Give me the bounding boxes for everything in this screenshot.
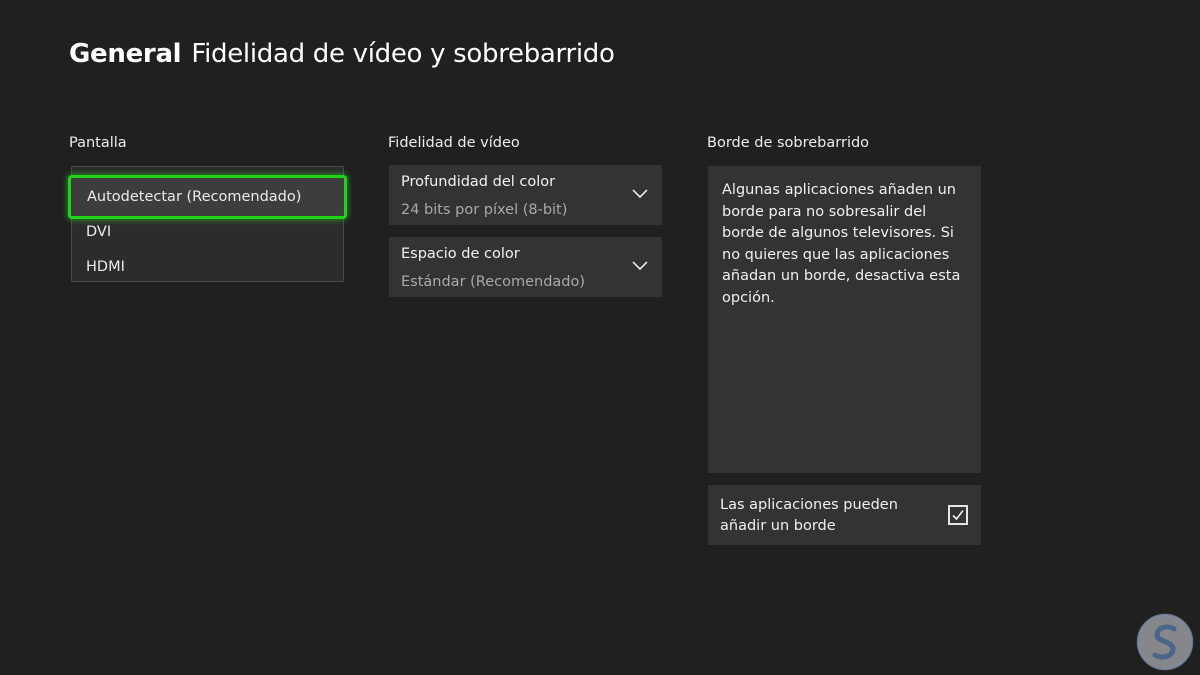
color-depth-dropdown[interactable]: Profundidad del color 24 bits por píxel … bbox=[389, 165, 662, 225]
color-space-dropdown[interactable]: Espacio de color Estándar (Recomendado) bbox=[389, 237, 662, 297]
overscan-border-toggle-label: Las aplicaciones pueden añadir un borde bbox=[720, 497, 898, 534]
overscan-heading: Borde de sobrebarrido bbox=[707, 135, 870, 151]
overscan-description-panel: Algunas aplicaciones añaden un borde par… bbox=[708, 166, 981, 473]
color-space-value: Estándar (Recomendado) bbox=[401, 274, 586, 290]
overscan-border-checkbox[interactable] bbox=[948, 505, 968, 525]
color-depth-label: Profundidad del color bbox=[401, 174, 556, 190]
color-depth-value: 24 bits por píxel (8-bit) bbox=[401, 202, 568, 218]
page-title-text: Fidelidad de vídeo y sobrebarrido bbox=[191, 39, 615, 69]
overscan-border-toggle[interactable]: Las aplicaciones pueden añadir un borde bbox=[708, 485, 981, 545]
overscan-description: Algunas aplicaciones añaden un borde par… bbox=[722, 182, 961, 306]
watermark-logo bbox=[1136, 613, 1194, 671]
checkmark-icon bbox=[952, 510, 964, 521]
display-dropdown-list: Autodetectar (Recomendado) DVI HDMI bbox=[68, 166, 347, 282]
chevron-down-icon bbox=[632, 261, 648, 271]
color-space-label: Espacio de color bbox=[401, 246, 520, 262]
display-heading: Pantalla bbox=[69, 135, 127, 151]
chevron-down-icon bbox=[632, 189, 648, 199]
video-fidelity-heading: Fidelidad de vídeo bbox=[388, 135, 520, 151]
page-title: General Fidelidad de vídeo y sobrebarrido bbox=[69, 34, 615, 74]
display-option-dvi[interactable]: DVI bbox=[86, 222, 111, 242]
display-option-autodetect[interactable]: Autodetectar (Recomendado) bbox=[68, 175, 347, 219]
page-title-section: General bbox=[69, 39, 182, 69]
display-option-hdmi[interactable]: HDMI bbox=[86, 257, 125, 277]
